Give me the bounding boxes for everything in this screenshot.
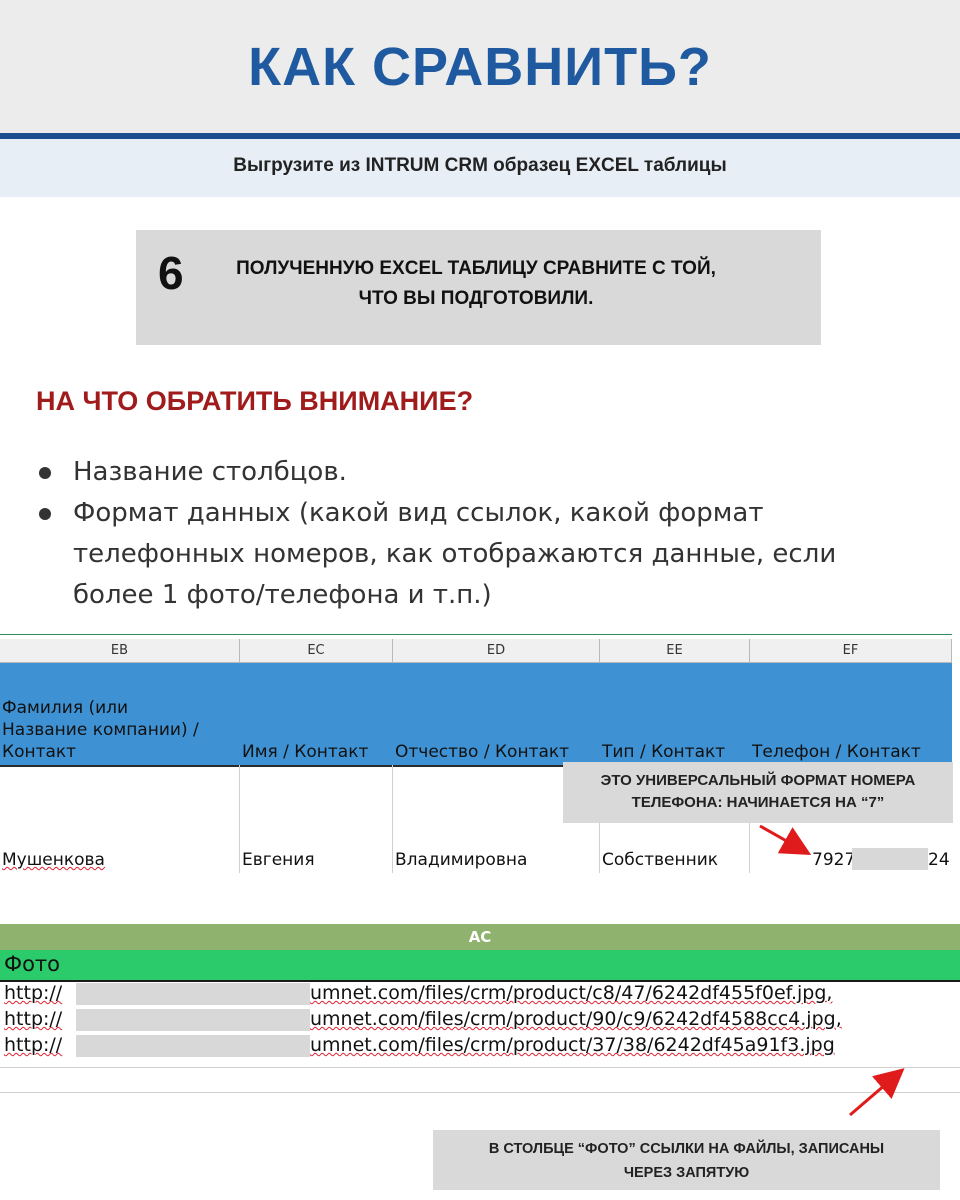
arrow-phone-icon <box>759 824 812 855</box>
annotation-arrows <box>759 824 905 1117</box>
arrow-photo-icon <box>849 1068 905 1117</box>
